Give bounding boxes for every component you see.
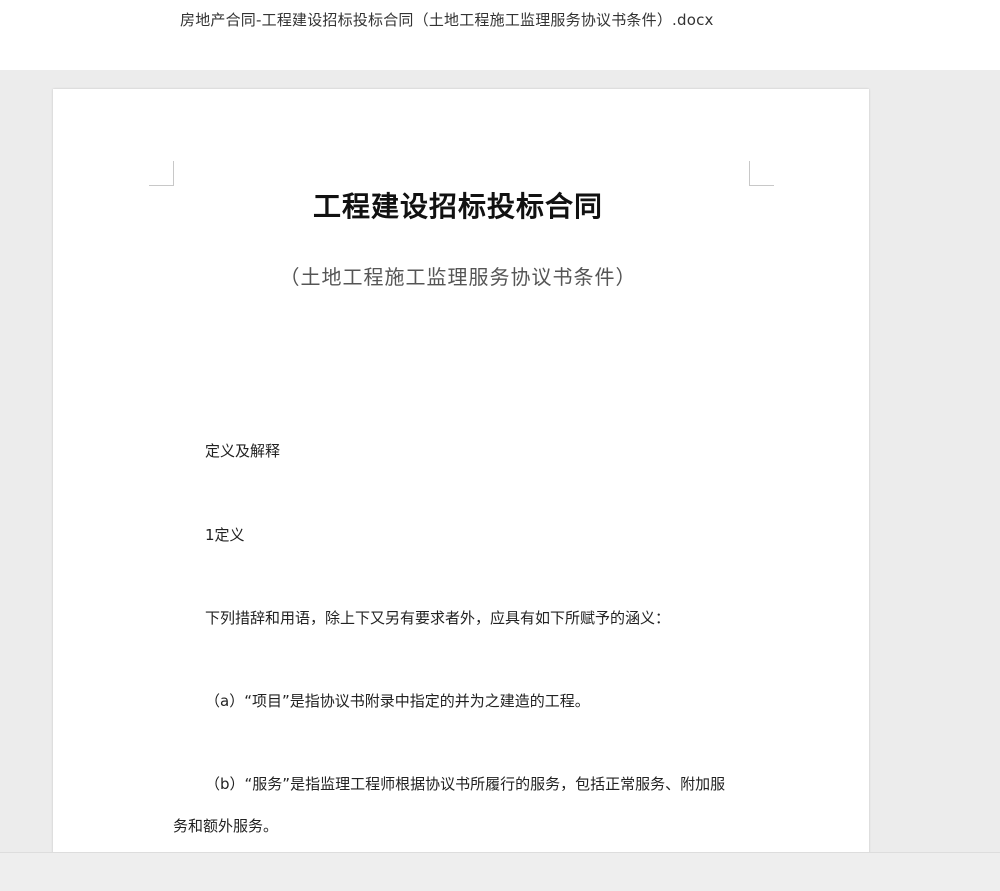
document-header: 房地产合同-工程建设招标投标合同（土地工程施工监理服务协议书条件）.docx [0, 0, 1000, 70]
paragraph-section-1: 1定义 [205, 526, 245, 544]
paragraph-item-b: （b）“服务”是指监理工程师根据协议书所履行的服务，包括正常服务、附加服 [205, 775, 726, 793]
margin-marker-top-left [149, 161, 174, 186]
document-subtitle: （土地工程施工监理服务协议书条件） [279, 265, 637, 289]
paragraph-intro: 下列措辞和用语，除上下又另有要求者外，应具有如下所赋予的涵义： [205, 609, 671, 627]
document-filename: 房地产合同-工程建设招标投标合同（土地工程施工监理服务协议书条件）.docx [180, 11, 714, 29]
margin-marker-top-right [749, 161, 774, 186]
paragraph-definitions-heading: 定义及解释 [205, 442, 281, 460]
document-viewer[interactable]: 工程建设招标投标合同 （土地工程施工监理服务协议书条件） 定义及解释 1定义 下… [0, 70, 1000, 869]
document-title: 工程建设招标投标合同 [312, 190, 603, 223]
paragraph-item-a: （a）“项目”是指协议书附录中指定的并为之建造的工程。 [205, 692, 590, 710]
document-page: 工程建设招标投标合同 （土地工程施工监理服务协议书条件） 定义及解释 1定义 下… [53, 89, 869, 869]
paragraph-item-b-continued: 务和额外服务。 [173, 817, 279, 835]
bottom-bar [0, 852, 1000, 891]
